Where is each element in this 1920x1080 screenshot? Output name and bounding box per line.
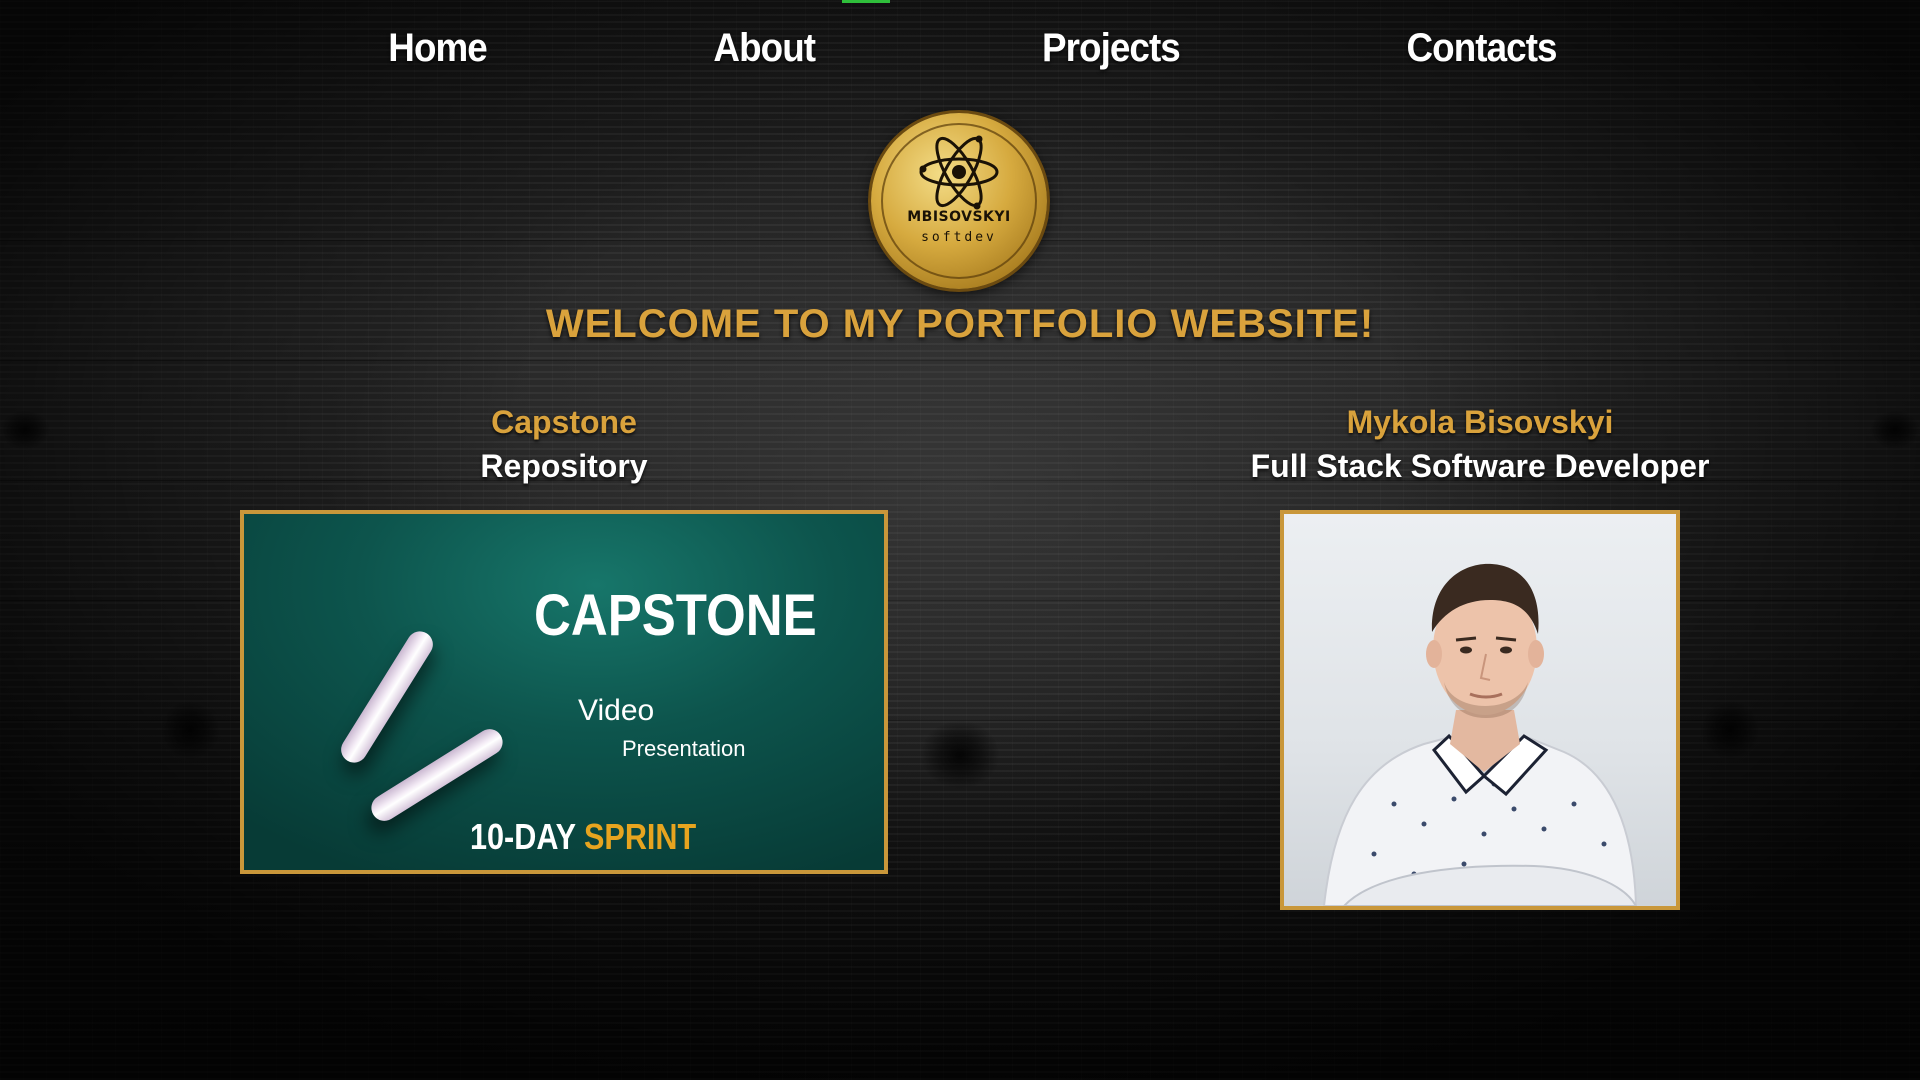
card-heading: CAPSTONE	[534, 583, 817, 648]
nav-home-link[interactable]: Home	[388, 26, 487, 71]
logo-subtitle: softdev	[921, 230, 997, 245]
profile-name: Mykola Bisovskyi	[1346, 404, 1614, 440]
logo-name: MBISOVSKYI	[907, 209, 1011, 225]
portrait-figure	[1322, 563, 1638, 906]
card-line-presentation: Presentation	[622, 736, 746, 761]
profile-role: Full Stack Software Developer	[1250, 448, 1710, 484]
atom-icon	[919, 135, 999, 210]
main-nav: Home About Projects Contacts	[0, 26, 1920, 86]
card-line-video: Video	[578, 694, 655, 727]
chalk-stick	[336, 626, 438, 768]
chalk-stick	[366, 724, 508, 826]
sprint-accent: SPRINT	[583, 816, 697, 857]
sprint-prefix: 10-DAY	[470, 816, 576, 857]
welcome-heading: WELCOME TO MY PORTFOLIO WEBSITE!	[545, 302, 1375, 346]
capstone-video-card[interactable]: CAPSTONE Video Presentation 10-DAY SPRIN…	[240, 510, 888, 874]
card-sprint-label: 10-DAY SPRINT	[470, 816, 696, 858]
nav-projects-link[interactable]: Projects	[1042, 26, 1181, 71]
site-logo[interactable]: MBISOVSKYI softdev	[871, 113, 1047, 289]
profile-photo	[1280, 510, 1680, 910]
active-nav-indicator	[842, 0, 890, 3]
nav-about-link[interactable]: About	[713, 26, 816, 71]
capstone-subtitle[interactable]: Repository	[240, 448, 888, 485]
capstone-title[interactable]: Capstone	[240, 404, 888, 441]
nav-contacts-link[interactable]: Contacts	[1407, 26, 1558, 71]
